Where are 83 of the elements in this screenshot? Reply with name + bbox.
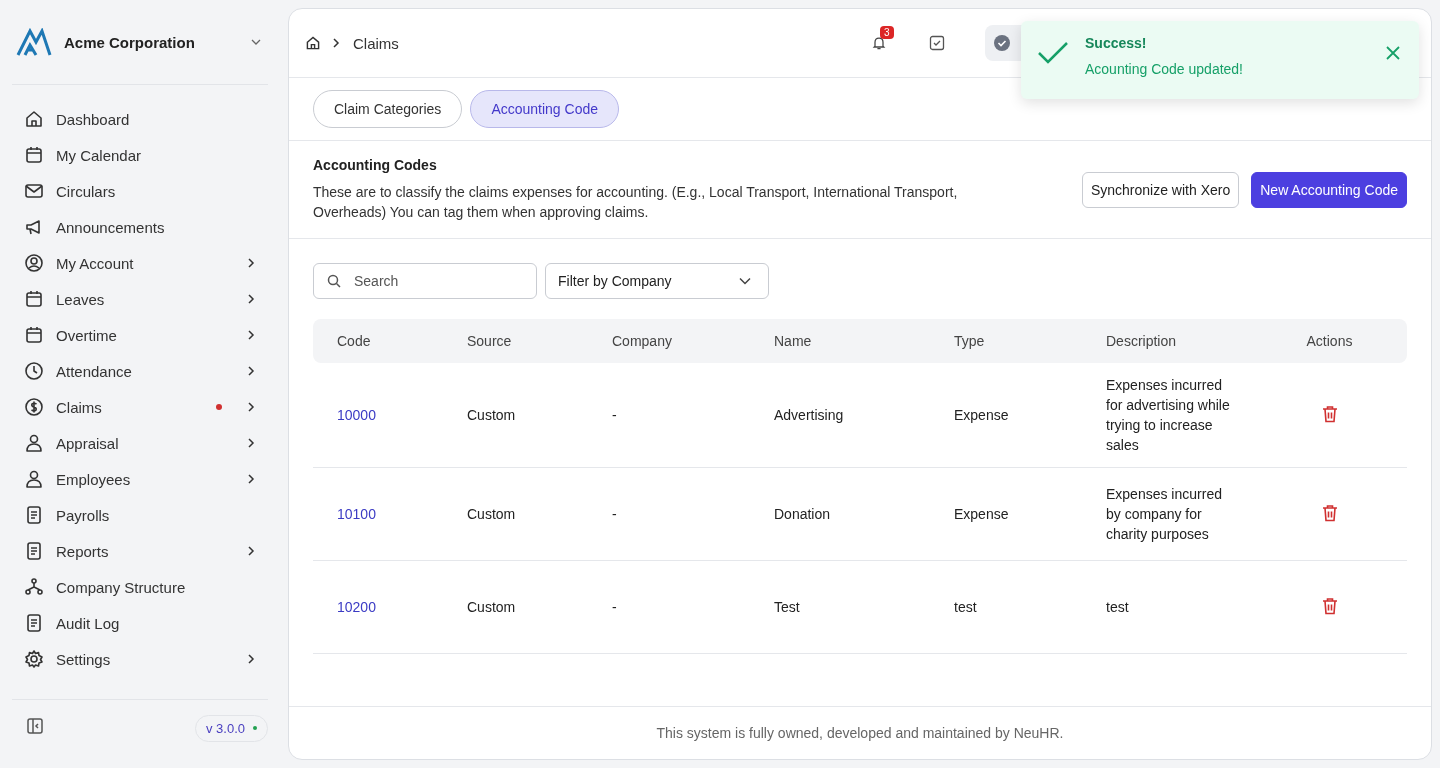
logo-icon [16, 28, 52, 56]
new-button[interactable]: New Accounting Code [1251, 171, 1407, 208]
section-title: Accounting Codes [313, 157, 438, 173]
table-cell: test [954, 599, 977, 615]
notification-count: 3 [880, 26, 894, 39]
user-icon [24, 433, 44, 453]
home-icon [24, 109, 44, 129]
table-cell-text: Expenses incurred for advertising while trying to increase sales [1106, 376, 1230, 455]
calendar-icon [24, 325, 44, 345]
sidebar-item[interactable]: Leaves [12, 281, 268, 317]
sidebar-item[interactable]: Appraisal [12, 425, 268, 461]
sidebar-item[interactable]: Dashboard [12, 101, 268, 137]
sync-button[interactable]: Synchronize with Xero [1081, 171, 1240, 208]
table-cell: - [612, 599, 617, 615]
sidebar-item[interactable]: Employees [12, 461, 268, 497]
table-cell: Donation [774, 506, 831, 522]
chevron-right-icon [331, 37, 341, 49]
check-circle-icon [993, 34, 1011, 52]
sidebar-item[interactable]: Audit Log [12, 605, 268, 641]
delete-icon[interactable] [1321, 596, 1338, 615]
checkmark-icon [1037, 41, 1069, 65]
table-cell: Advertising [774, 407, 844, 423]
table-cell-text: test [1106, 598, 1130, 617]
mail-icon [24, 181, 44, 201]
sidebar-item[interactable]: My Account [12, 245, 268, 281]
section-description: These are to classify the claims expenses for accounting. (E.g., Local Transport, International Transport, Overheads) You can tag them when approving claims. [313, 183, 959, 222]
sidebar-toggle-icon[interactable] [26, 717, 44, 735]
calendar-icon [24, 289, 44, 309]
footer-text: This system is fully owned, developed and maintained by NeuHR. [656, 725, 1064, 741]
doc-icon [24, 505, 44, 525]
sidebar-item[interactable]: Announcements [12, 209, 268, 245]
close-icon[interactable] [1385, 45, 1401, 61]
code-link[interactable]: 10000 [337, 407, 376, 423]
column-header: Source [466, 333, 513, 349]
toast-title: Success! [1085, 35, 1148, 51]
delete-icon[interactable] [1321, 404, 1338, 423]
table-cell: Test [774, 599, 800, 615]
doc-icon [24, 613, 44, 633]
column-header: Description [1105, 333, 1178, 349]
home-icon[interactable] [305, 35, 321, 51]
delete-icon[interactable] [1321, 503, 1338, 522]
tab[interactable]: Accounting Code [470, 90, 619, 128]
search-field[interactable]: Search [313, 263, 537, 299]
toast-message: Acounting Code updated! [1085, 61, 1244, 77]
column-header: Company [611, 333, 673, 349]
table-cell: - [612, 407, 617, 423]
sidebar-item[interactable]: Settings [12, 641, 268, 677]
column-header: Actions [1305, 333, 1354, 349]
search-icon [327, 274, 341, 288]
sidebar-item[interactable]: Overtime [12, 317, 268, 353]
user-circle-icon [24, 253, 44, 273]
column-header: Type [953, 333, 986, 349]
doc-icon [24, 541, 44, 561]
table-cell: Expense [954, 506, 1009, 522]
sidebar-item[interactable]: Reports [12, 533, 268, 569]
sidebar-item[interactable]: Circulars [12, 173, 268, 209]
checkbox-icon[interactable] [929, 35, 945, 51]
code-link[interactable]: 10100 [337, 506, 376, 522]
code-link[interactable]: 10200 [337, 599, 376, 615]
table-cell-text: Expenses incurred by company for charity purposes [1106, 485, 1223, 544]
sidebar-item[interactable]: My Calendar [12, 137, 268, 173]
sidebar-item[interactable]: Claims [12, 389, 268, 425]
company-name: Acme Corporation [64, 33, 196, 51]
column-header: Name [773, 333, 813, 349]
breadcrumb-item[interactable]: Claims [353, 34, 399, 52]
sidebar-item[interactable]: Attendance [12, 353, 268, 389]
gear-icon [24, 649, 44, 669]
table-cell: Custom [467, 506, 516, 522]
calendar-icon [24, 145, 44, 165]
tab[interactable]: Claim Categories [313, 90, 463, 128]
sidebar-item[interactable]: Company Structure [12, 569, 268, 605]
dollar-icon [24, 397, 44, 417]
table-cell: Expense [954, 407, 1009, 423]
company-filter[interactable]: Filter by Company [545, 263, 769, 299]
sidebar-item[interactable]: Payrolls [12, 497, 268, 533]
table-cell: Custom [467, 407, 516, 423]
tree-icon [24, 577, 44, 597]
table-cell: Custom [467, 599, 516, 615]
table-cell: - [612, 506, 617, 522]
bell-icon[interactable] [871, 35, 887, 51]
column-header: Code [336, 333, 372, 349]
user-icon [24, 469, 44, 489]
clock-icon [24, 361, 44, 381]
